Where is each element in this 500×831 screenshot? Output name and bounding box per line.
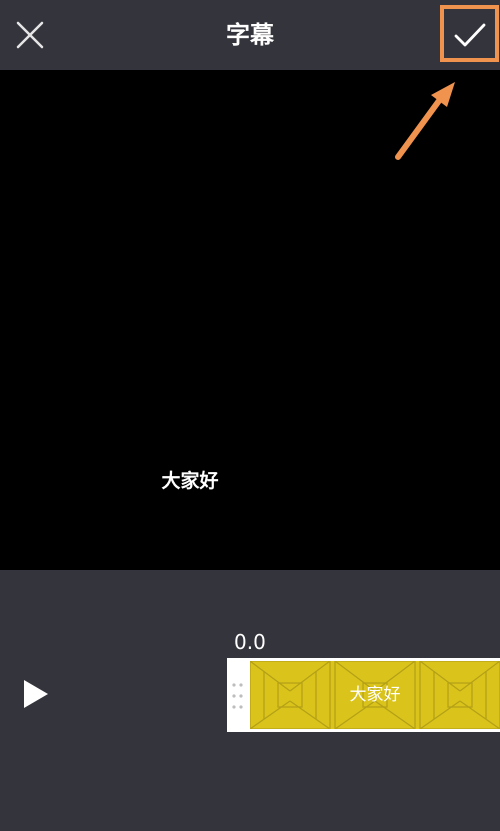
clip-drag-handle[interactable] bbox=[227, 658, 250, 732]
close-button[interactable] bbox=[8, 13, 52, 57]
subtitle-clip[interactable]: 大家好 bbox=[250, 658, 500, 732]
page-title: 字幕 bbox=[226, 21, 274, 49]
play-button[interactable] bbox=[14, 672, 58, 716]
timecode: 0.0 bbox=[234, 630, 266, 654]
clip-label: 大家好 bbox=[349, 685, 401, 705]
confirm-button[interactable] bbox=[440, 5, 499, 62]
top-bar: 字幕 bbox=[0, 0, 500, 70]
grip-dots-icon bbox=[232, 683, 243, 709]
checkmark-icon bbox=[454, 23, 486, 47]
timeline-panel: 0.0 大家好 bbox=[0, 570, 500, 831]
preview-subtitle-text[interactable]: 大家好 bbox=[0, 466, 380, 493]
video-preview: 大家好 bbox=[0, 70, 500, 570]
close-icon bbox=[16, 21, 44, 49]
play-icon bbox=[24, 680, 48, 708]
subtitle-editor-screen: 字幕 大家好 0.0 大家好 bbox=[0, 0, 500, 831]
